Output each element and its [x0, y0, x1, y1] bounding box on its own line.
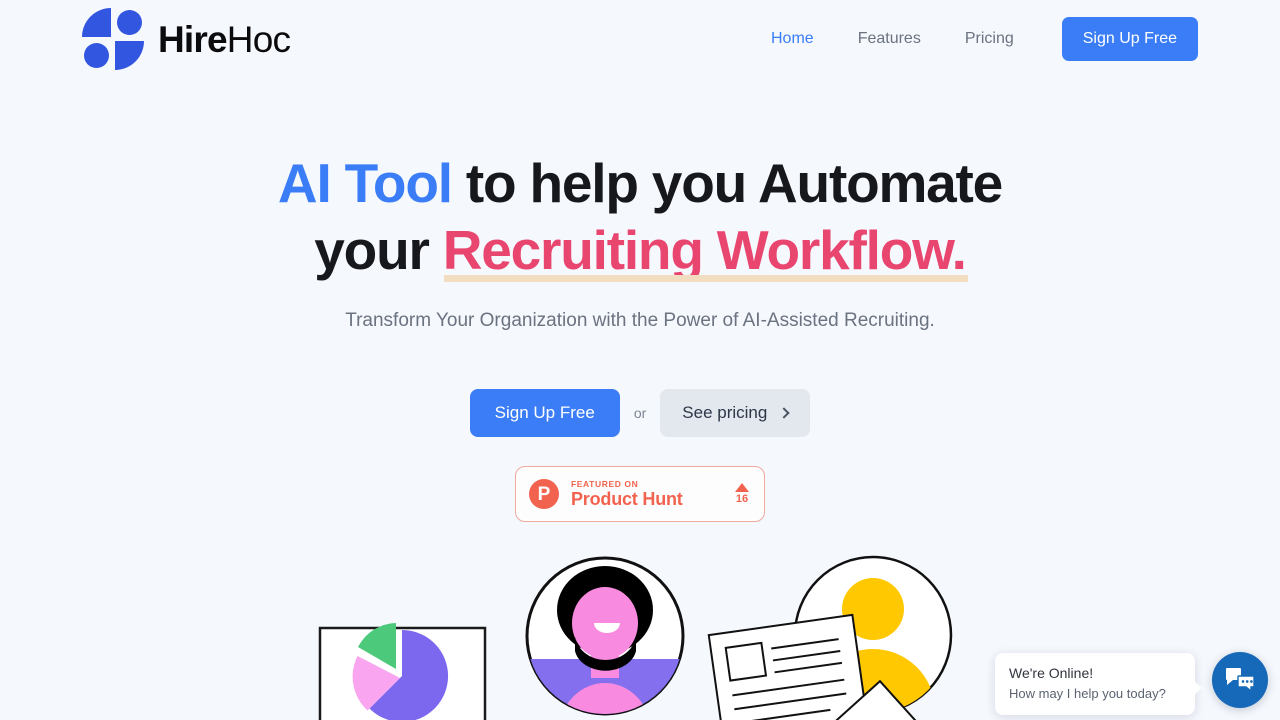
cta-or-label: or [633, 405, 647, 422]
product-hunt-text: FEATURED ON Product Hunt [571, 479, 735, 510]
cta-row: Sign Up Free or See pricing [0, 389, 1280, 438]
hirehoc-logo-mark [82, 8, 144, 70]
product-hunt-badge[interactable]: P FEATURED ON Product Hunt 16 [515, 466, 765, 522]
see-pricing-button[interactable]: See pricing [660, 389, 811, 438]
hero-section: AI Tool to help you Automate your Recruit… [0, 150, 1280, 334]
brand-name-light: Hoc [226, 18, 291, 60]
chat-prompt-text: How may I help you today? [1009, 686, 1166, 701]
logo-dot-top-right [117, 10, 142, 35]
logo-quarter-top-left [82, 8, 111, 37]
brand-logo[interactable]: HireHoc [82, 8, 291, 70]
chat-bubbles-icon [1226, 668, 1255, 693]
headline-highlight-pink-text: Recruiting Workflow. [442, 219, 967, 281]
product-hunt-vote-count: 16 [735, 493, 749, 505]
chat-greeting-bubble[interactable]: We're Online! How may I help you today? [995, 653, 1202, 715]
triangle-up-icon [735, 483, 749, 492]
illustration-pie-chart-card [318, 623, 487, 720]
headline-highlight-blue: AI Tool [277, 152, 453, 214]
logo-dot-bottom-left [84, 43, 109, 68]
headline-text-2: your [314, 219, 443, 281]
logo-quarter-bottom-right [115, 41, 144, 70]
headline-text-1: to help you Automate [451, 152, 1003, 214]
nav-item-home[interactable]: Home [749, 31, 836, 47]
illustration-avatar-right [793, 555, 953, 715]
brand-name: HireHoc [158, 18, 291, 60]
nav-item-features[interactable]: Features [836, 31, 943, 47]
product-hunt-votes[interactable]: 16 [735, 483, 751, 505]
illustration-avatar-left [525, 556, 685, 716]
see-pricing-label: See pricing [682, 403, 768, 422]
product-hunt-icon: P [529, 479, 559, 509]
nav-signup-button[interactable]: Sign Up Free [1061, 17, 1198, 61]
chat-launcher-button[interactable] [1212, 652, 1268, 708]
main-nav: Home Features Pricing Sign Up Free [749, 17, 1198, 61]
hero-subtitle: Transform Your Organization with the Pow… [345, 310, 935, 331]
headline-underline [443, 275, 968, 282]
brand-name-strong: Hire [158, 18, 228, 60]
page-title: AI Tool to help you Automate your Recruit… [0, 150, 1280, 284]
chat-status-text: We're Online! [1009, 665, 1094, 681]
illustration-resume-card [707, 613, 873, 720]
headline-highlight-pink: Recruiting Workflow. [442, 217, 968, 284]
site-header: HireHoc Home Features Pricing Sign Up Fr… [0, 0, 1280, 78]
signup-free-button[interactable]: Sign Up Free [469, 389, 620, 438]
product-hunt-featured-label: FEATURED ON [571, 478, 639, 489]
illustration-small-card [807, 679, 942, 720]
chevron-right-icon [778, 407, 791, 419]
nav-item-pricing[interactable]: Pricing [943, 31, 1036, 47]
product-hunt-name: Product Hunt [571, 488, 683, 509]
